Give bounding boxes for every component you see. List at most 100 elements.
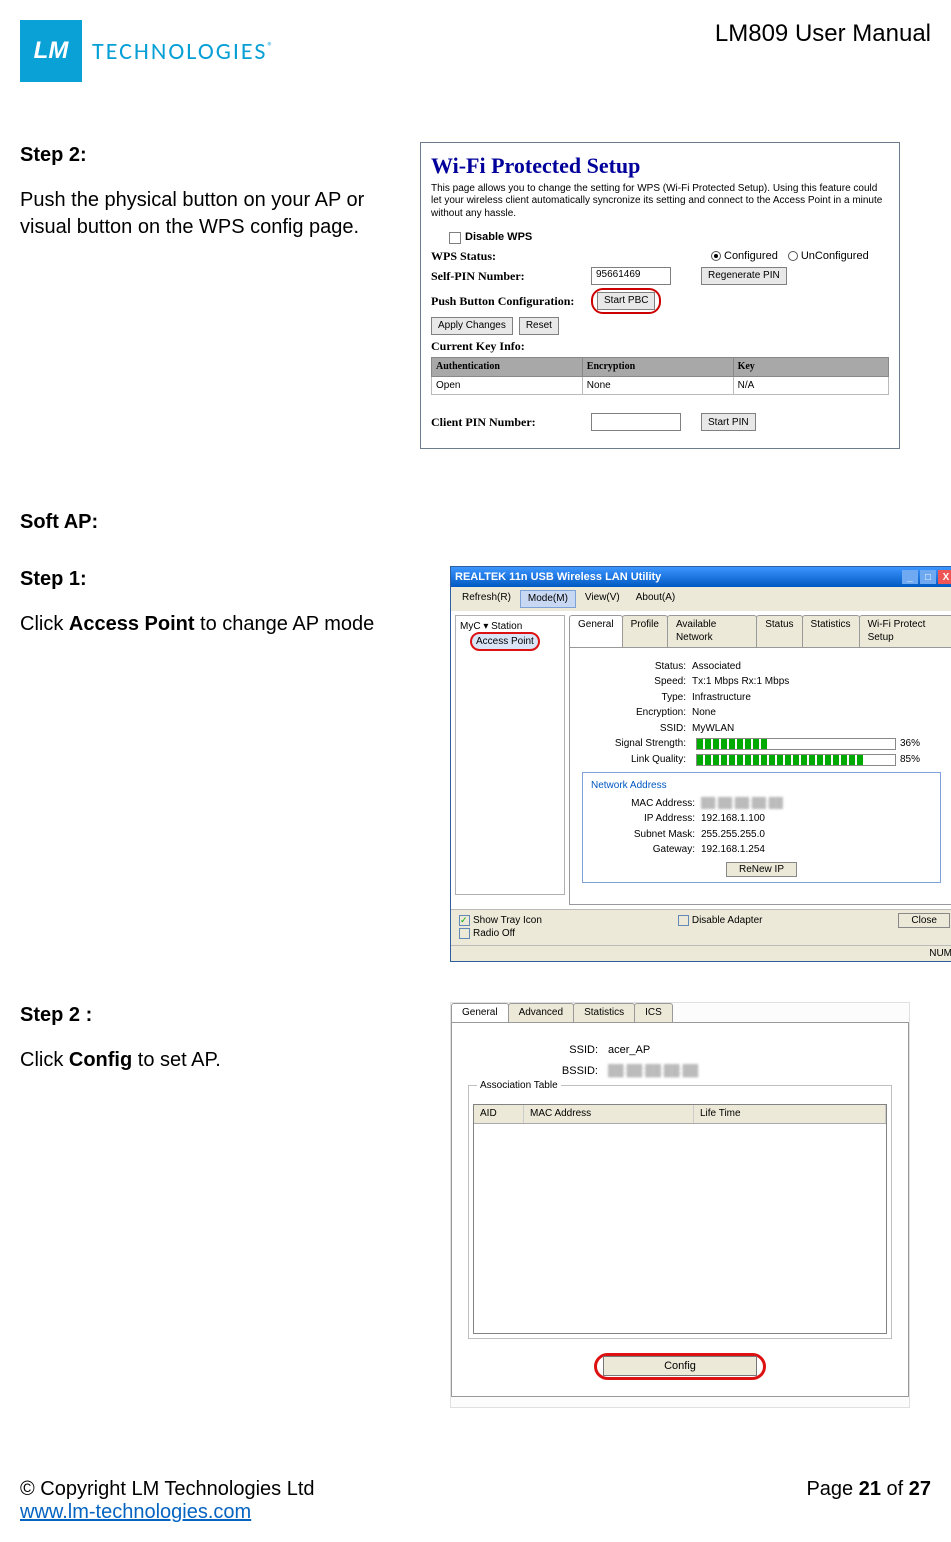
config-bold: Config (69, 1049, 132, 1071)
network-address-group: Network Address MAC Address:██:██:██:██:… (582, 772, 941, 883)
link-label: Link Quality: (582, 753, 692, 767)
realtek-window: REALTEK 11n USB Wireless LAN Utility _ □… (450, 566, 951, 962)
mask-value: 255.255.255.0 (701, 828, 765, 842)
tab-available-network[interactable]: Available Network (667, 615, 757, 647)
statusbar: NUM (451, 945, 951, 962)
association-table: AID MAC Address Life Time (473, 1104, 887, 1334)
type-label: Type: (582, 691, 692, 705)
logo-wordmark: TECHNOLOGIES (92, 37, 267, 66)
link-bar (696, 754, 896, 766)
access-point-bold: Access Point (69, 613, 195, 635)
wps-title: Wi-Fi Protected Setup (431, 151, 889, 181)
softap-step2-heading: Step 2 : (20, 1002, 430, 1029)
td-authentication: Open (432, 376, 583, 395)
unconfigured-label: UnConfigured (801, 249, 869, 264)
menu-view[interactable]: View(V) (578, 590, 627, 608)
disable-wps-checkbox[interactable] (449, 232, 461, 244)
softap-heading: Soft AP: (20, 509, 931, 536)
cfg-tab-ics[interactable]: ICS (634, 1003, 673, 1022)
configured-radio[interactable] (711, 251, 721, 261)
logo-text: TECHNOLOGIES® (92, 37, 275, 66)
key-info-table: Authentication Encryption Key Open None … (431, 357, 889, 395)
mac-label: MAC Address: (591, 797, 701, 811)
col-lifetime: Life Time (694, 1105, 886, 1123)
cfg-ssid-value: acer_AP (608, 1043, 650, 1058)
close-icon[interactable]: X (938, 570, 951, 584)
th-authentication: Authentication (432, 358, 583, 377)
col-aid: AID (474, 1105, 524, 1123)
key-info-label: Current Key Info: (431, 338, 591, 354)
status-value: Associated (692, 660, 741, 674)
page-number: Page 21 of 27 (806, 1478, 931, 1524)
disable-adapter-checkbox[interactable] (678, 915, 689, 926)
pbc-label: Push Button Configuration: (431, 293, 591, 309)
disable-wps-label: Disable WPS (465, 230, 532, 245)
cfg-tab-advanced[interactable]: Advanced (508, 1003, 574, 1022)
maximize-icon[interactable]: □ (920, 570, 936, 584)
menubar: Refresh(R) Mode(M) View(V) About(A) (451, 587, 951, 611)
signal-label: Signal Strength: (582, 737, 692, 751)
renew-ip-button[interactable]: ReNew IP (726, 862, 797, 877)
cfg-ssid-label: SSID: (468, 1043, 608, 1058)
encryption-label: Encryption: (582, 706, 692, 720)
client-pin-label: Client PIN Number: (431, 414, 591, 430)
ip-label: IP Address: (591, 812, 701, 826)
radio-off-label: Radio Off (473, 928, 515, 939)
speed-value: Tx:1 Mbps Rx:1 Mbps (692, 675, 789, 689)
text-fragment: Click (20, 613, 69, 635)
cfg-bssid-value: ██:██:██:██:██ (608, 1064, 698, 1079)
tab-status[interactable]: Status (756, 615, 802, 647)
tab-wifi-protect[interactable]: Wi-Fi Protect Setup (859, 615, 951, 647)
disable-adapter-label: Disable Adapter (692, 915, 763, 926)
page-current: 21 (859, 1478, 881, 1500)
network-address-title: Network Address (591, 779, 932, 793)
unconfigured-radio[interactable] (788, 251, 798, 261)
menu-mode[interactable]: Mode(M) (520, 590, 576, 608)
tab-general[interactable]: General (569, 615, 623, 647)
config-screenshot: General Advanced Statistics ICS SSID: ac… (450, 1002, 910, 1408)
mask-label: Subnet Mask: (591, 828, 701, 842)
cfg-tab-general[interactable]: General (451, 1003, 509, 1022)
association-table-group: Association Table AID MAC Address Life T… (468, 1085, 892, 1340)
close-button[interactable]: Close (898, 913, 950, 928)
client-pin-input[interactable] (591, 413, 681, 431)
link-pct: 85% (900, 753, 920, 767)
reset-button[interactable]: Reset (519, 317, 559, 335)
gateway-value: 192.168.1.254 (701, 843, 765, 857)
tab-statistics[interactable]: Statistics (802, 615, 860, 647)
config-button-highlight: Config (594, 1353, 766, 1380)
tab-profile[interactable]: Profile (622, 615, 668, 647)
menu-refresh[interactable]: Refresh(R) (455, 590, 518, 608)
ssid-value: MyWLAN (692, 722, 734, 736)
start-pin-button[interactable]: Start PIN (701, 413, 756, 431)
website-link[interactable]: www.lm-technologies.com (20, 1501, 251, 1523)
minimize-icon[interactable]: _ (902, 570, 918, 584)
config-button[interactable]: Config (603, 1356, 757, 1376)
registered-mark: ® (267, 40, 275, 53)
tab-bar: General Profile Available Network Status… (569, 615, 951, 647)
window-titlebar: REALTEK 11n USB Wireless LAN Utility _ □… (451, 567, 951, 587)
mac-value: ██:██:██:██:██ (701, 797, 783, 811)
th-encryption: Encryption (582, 358, 733, 377)
encryption-value: None (692, 706, 716, 720)
self-pin-value: 95661469 (591, 267, 671, 285)
signal-bar (696, 738, 896, 750)
text-fragment: to set AP. (132, 1049, 221, 1071)
menu-about[interactable]: About(A) (629, 590, 682, 608)
tray-checkbox[interactable] (459, 915, 470, 926)
text-fragment: Page (806, 1478, 858, 1500)
th-key: Key (733, 358, 888, 377)
col-mac: MAC Address (524, 1105, 694, 1123)
status-label: Status: (582, 660, 692, 674)
access-point-menu-item[interactable]: Access Point (470, 632, 540, 652)
apply-changes-button[interactable]: Apply Changes (431, 317, 513, 335)
regenerate-pin-button[interactable]: Regenerate PIN (701, 267, 787, 285)
radio-off-checkbox[interactable] (459, 928, 470, 939)
copyright: © Copyright LM Technologies Ltd (20, 1478, 315, 1501)
text-fragment: to change AP mode (195, 613, 375, 635)
cfg-tab-statistics[interactable]: Statistics (573, 1003, 635, 1022)
ip-value: 192.168.1.100 (701, 812, 765, 826)
softap-step1-heading: Step 1: (20, 566, 430, 593)
wps-description: This page allows you to change the setti… (431, 183, 889, 221)
start-pbc-button[interactable]: Start PBC (597, 292, 655, 310)
